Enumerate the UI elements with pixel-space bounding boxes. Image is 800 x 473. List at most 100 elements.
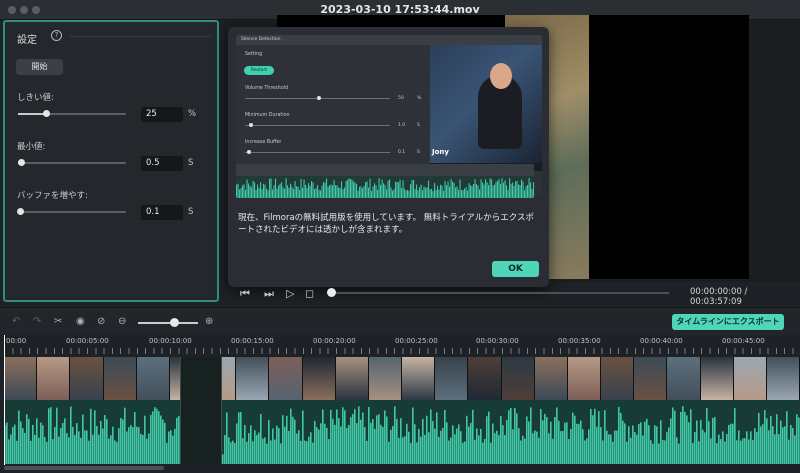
help-icon[interactable]: ? bbox=[51, 30, 62, 41]
waveform-bar bbox=[244, 425, 246, 464]
undo-icon[interactable]: ↶ bbox=[12, 316, 20, 327]
eye-icon[interactable]: ◉ bbox=[76, 316, 85, 327]
waveform-bar bbox=[272, 428, 274, 464]
waveform-bar bbox=[482, 182, 484, 198]
waveform-bar bbox=[542, 420, 544, 464]
waveform-bar bbox=[580, 420, 582, 464]
clip-thumbnail bbox=[468, 357, 502, 400]
zoom-out-icon[interactable]: ⊖ bbox=[118, 316, 126, 327]
waveform-bar bbox=[708, 421, 710, 464]
waveform-bar bbox=[720, 439, 722, 464]
waveform-bar bbox=[42, 425, 44, 464]
waveform-bar bbox=[442, 427, 444, 464]
waveform-bar bbox=[52, 439, 54, 464]
waveform-bar bbox=[461, 189, 463, 198]
inner-setting-label: Setting bbox=[245, 52, 263, 57]
waveform-bar bbox=[240, 187, 242, 198]
waveform-bar bbox=[744, 438, 746, 464]
waveform-bar bbox=[732, 423, 734, 464]
waveform-bar bbox=[702, 429, 704, 464]
waveform-bar bbox=[386, 416, 388, 464]
waveform-bar bbox=[74, 434, 76, 464]
waveform-bar bbox=[407, 189, 409, 198]
playhead[interactable] bbox=[4, 335, 5, 465]
waveform-bar bbox=[352, 414, 354, 464]
start-button[interactable]: 開始 bbox=[16, 59, 63, 75]
waveform-bar bbox=[420, 436, 422, 464]
playback-handle[interactable] bbox=[327, 288, 336, 297]
slider-handle[interactable] bbox=[43, 110, 50, 117]
waveform-bar bbox=[509, 178, 511, 198]
buffer-slider[interactable] bbox=[17, 208, 126, 215]
waveform-bar bbox=[342, 407, 344, 464]
play-icon[interactable]: ▷ bbox=[286, 287, 294, 300]
inner-header: Silence Detection bbox=[236, 35, 542, 45]
prev-frame-icon[interactable]: ⏮ bbox=[240, 287, 250, 301]
waveform-bar bbox=[794, 435, 796, 464]
time-ruler[interactable]: 00:00 00:00:05:00 00:00:10:00 00:00:15:0… bbox=[0, 335, 800, 355]
waveform-bar bbox=[672, 407, 674, 464]
stop-icon[interactable]: ◻ bbox=[305, 287, 314, 300]
waveform-bar bbox=[338, 418, 340, 464]
zoom-in-icon[interactable]: ⊕ bbox=[205, 316, 213, 327]
slider-handle[interactable] bbox=[17, 208, 24, 215]
waveform-bar bbox=[234, 442, 236, 464]
waveform-bar bbox=[596, 426, 598, 464]
scissors-icon[interactable]: ✂ bbox=[54, 316, 62, 327]
waveform-bar bbox=[344, 187, 346, 198]
audio-waveform bbox=[4, 406, 800, 464]
waveform-bar bbox=[290, 183, 292, 198]
inner-slider bbox=[245, 150, 390, 154]
audio-track[interactable] bbox=[4, 400, 800, 464]
min-duration-input[interactable]: 0.5 bbox=[141, 156, 183, 171]
inner-slider-handle bbox=[249, 123, 253, 127]
slider-handle[interactable] bbox=[18, 159, 25, 166]
waveform-bar bbox=[698, 441, 700, 464]
ok-button[interactable]: OK bbox=[492, 261, 539, 277]
waveform-bar bbox=[480, 179, 482, 198]
zoom-slider[interactable] bbox=[138, 322, 198, 324]
waveform-bar bbox=[255, 190, 257, 198]
buffer-input[interactable]: 0.1 bbox=[141, 205, 183, 220]
waveform-bar bbox=[712, 418, 714, 464]
playback-progress[interactable] bbox=[331, 292, 669, 294]
waveform-bar bbox=[104, 415, 106, 464]
waveform-bar bbox=[788, 439, 790, 464]
redo-icon[interactable]: ↷ bbox=[33, 316, 41, 327]
waveform-bar bbox=[357, 190, 359, 198]
waveform-bar bbox=[420, 184, 422, 198]
waveform-bar bbox=[60, 427, 62, 464]
zoom-handle[interactable] bbox=[170, 318, 179, 327]
waveform-bar bbox=[418, 429, 420, 464]
min-duration-slider[interactable] bbox=[18, 159, 126, 166]
threshold-slider[interactable] bbox=[18, 110, 126, 117]
waveform-bar bbox=[362, 188, 364, 198]
waveform-bar bbox=[502, 425, 504, 464]
waveform-bar bbox=[546, 417, 548, 464]
export-to-timeline-button[interactable]: タイムラインにエクスポート bbox=[672, 314, 784, 330]
threshold-input[interactable]: 25 bbox=[141, 107, 183, 122]
waveform-bar bbox=[413, 180, 415, 198]
waveform-bar bbox=[328, 439, 330, 464]
waveform-bar bbox=[476, 428, 478, 464]
waveform-bar bbox=[584, 440, 586, 464]
inner-param-value: 1.0 bbox=[398, 123, 406, 128]
waveform-bar bbox=[508, 410, 510, 464]
next-frame-icon[interactable]: ⏭ bbox=[264, 287, 274, 301]
waveform-bar bbox=[519, 185, 521, 198]
waveform-bar bbox=[226, 412, 228, 464]
waveform-bar bbox=[311, 181, 313, 198]
waveform-bar bbox=[132, 427, 134, 464]
waveform-bar bbox=[482, 442, 484, 464]
waveform-bar bbox=[258, 187, 260, 198]
waveform-bar bbox=[360, 419, 362, 464]
horizontal-scrollbar[interactable] bbox=[4, 466, 164, 470]
video-track[interactable] bbox=[4, 357, 800, 400]
waveform-bar bbox=[291, 186, 293, 198]
waveform-bar bbox=[456, 186, 458, 198]
waveform-bar bbox=[414, 424, 416, 464]
waveform-bar bbox=[261, 188, 263, 198]
eye-off-icon[interactable]: ⊘ bbox=[97, 316, 105, 327]
waveform-bar bbox=[664, 440, 666, 464]
silent-gap[interactable] bbox=[180, 357, 222, 464]
